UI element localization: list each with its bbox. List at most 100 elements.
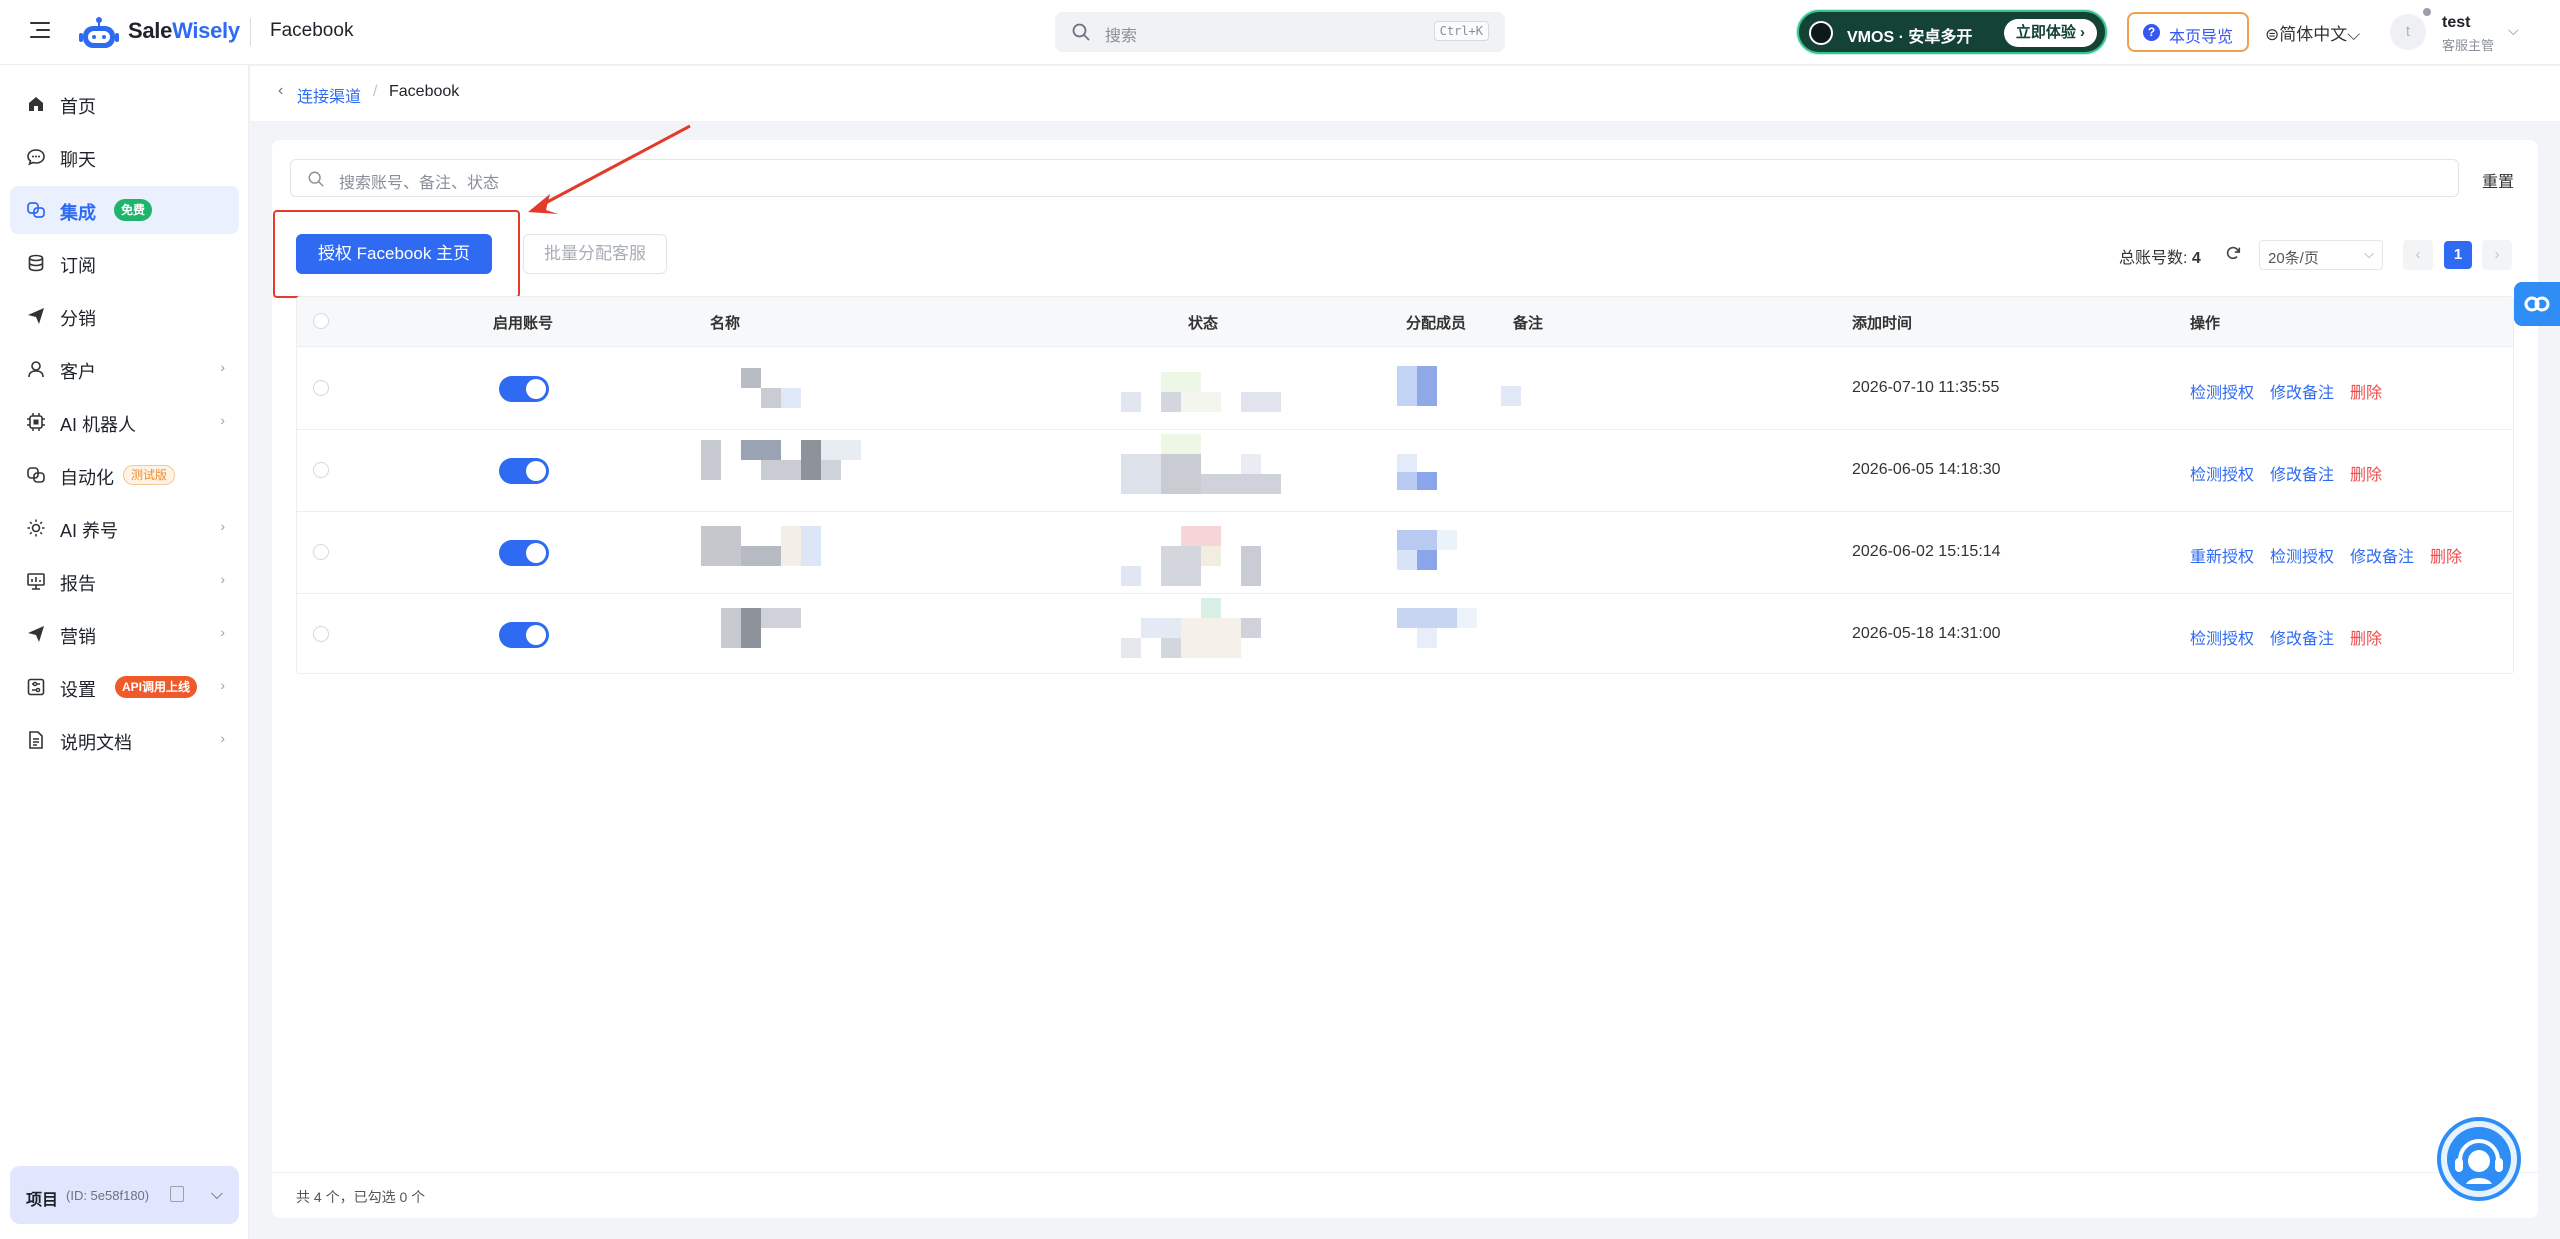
edit-remark-link[interactable]: 修改备注	[2270, 461, 2334, 485]
automation-icon	[27, 467, 45, 483]
annotation-arrow	[528, 124, 691, 214]
row-checkbox[interactable]	[313, 544, 329, 560]
column-header: 操作	[2190, 315, 2221, 332]
sidebar-item-distribution[interactable]: 分销	[10, 292, 239, 340]
avatar[interactable]: t	[2390, 14, 2426, 50]
added-time: 2026-06-02 15:15:14	[1852, 543, 2001, 560]
select-all-checkbox[interactable]	[313, 313, 329, 329]
next-page-button[interactable]: ›	[2482, 240, 2512, 270]
enable-account-toggle[interactable]	[499, 376, 549, 402]
edit-remark-link[interactable]: 修改备注	[2350, 543, 2414, 567]
user-icon	[28, 361, 44, 378]
sidebar-item-settings[interactable]: 设置 API调用上线 ›	[10, 663, 239, 711]
user-menu-chevron-icon[interactable]: ⌵	[2508, 22, 2519, 39]
chevron-left-icon[interactable]: ‹	[278, 82, 283, 100]
sidebar-item-reports[interactable]: 报告 ›	[10, 557, 239, 605]
page-name: Facebook	[270, 20, 354, 41]
database-icon	[28, 254, 44, 272]
sidebar-item-integration[interactable]: 集成 免费	[10, 186, 239, 234]
vmos-promo-banner[interactable]: VMOS · 安卓多开 立即体验 ›	[1797, 10, 2107, 54]
column-header: 分配成员	[1406, 315, 1467, 332]
check-auth-link[interactable]: 检测授权	[2270, 543, 2334, 567]
check-auth-link[interactable]: 检测授权	[2190, 625, 2254, 649]
delete-link[interactable]: 删除	[2350, 379, 2382, 403]
delete-link[interactable]: 删除	[2430, 543, 2462, 567]
chevron-down-icon: ⌵	[2347, 25, 2361, 44]
column-header: 备注	[1513, 315, 1544, 332]
status-dot	[2423, 8, 2431, 16]
salewisely-logo	[79, 17, 119, 48]
status-blurred	[1121, 434, 1281, 494]
global-search[interactable]: 搜索 Ctrl+K	[1055, 12, 1505, 52]
row-checkbox[interactable]	[313, 380, 329, 396]
reset-button[interactable]: 重置	[2482, 168, 2514, 192]
user-name[interactable]: test	[2442, 14, 2470, 32]
sidebar-item-ai-bot[interactable]: AI 机器人 ›	[10, 398, 239, 446]
edit-remark-link[interactable]: 修改备注	[2270, 625, 2334, 649]
chat-icon	[27, 149, 45, 166]
sidebar-item-label: AI 养号	[60, 521, 119, 541]
sidebar-item-chat[interactable]: 聊天	[10, 133, 239, 181]
column-header: 添加时间	[1852, 315, 1913, 332]
row-checkbox[interactable]	[313, 626, 329, 642]
check-auth-link[interactable]: 检测授权	[2190, 379, 2254, 403]
account-name-blurred	[701, 440, 861, 480]
breadcrumb-link[interactable]: 连接渠道	[297, 83, 361, 107]
sidebar-item-label: 设置	[60, 680, 96, 700]
sidebar-item-ai-nurture[interactable]: AI 养号 ›	[10, 504, 239, 552]
reauthorize-link[interactable]: 重新授权	[2190, 543, 2254, 567]
side-float-button[interactable]	[2514, 282, 2560, 326]
added-time: 2026-07-10 11:35:55	[1852, 379, 2000, 396]
total-value: 4	[2191, 250, 2201, 267]
delete-link[interactable]: 删除	[2350, 625, 2382, 649]
enable-account-toggle[interactable]	[499, 540, 549, 566]
sidebar-item-customers[interactable]: 客户 ›	[10, 345, 239, 393]
sidebar-item-label: 自动化	[60, 468, 114, 488]
refresh-icon[interactable]	[2224, 244, 2242, 262]
sidebar-item-marketing[interactable]: 营销 ›	[10, 610, 239, 658]
authorize-facebook-button[interactable]: 授权 Facebook 主页	[296, 234, 492, 274]
status-blurred	[1121, 362, 1281, 412]
language-selector[interactable]: ⊜简体中文⌵	[2265, 20, 2360, 45]
sidebar-item-subscription[interactable]: 订阅	[10, 239, 239, 287]
chevron-down-icon[interactable]: ⌵	[211, 1186, 223, 1204]
enable-account-toggle[interactable]	[499, 458, 549, 484]
enable-account-toggle[interactable]	[499, 622, 549, 648]
account-name-blurred	[701, 526, 821, 566]
current-page[interactable]: 1	[2444, 241, 2472, 269]
vmos-try-button[interactable]: 立即体验 ›	[2003, 19, 2097, 47]
page-size-select[interactable]: 20条/页 ⌵	[2259, 240, 2383, 270]
brand-name: SaleWisely	[128, 18, 240, 43]
menu-toggle-icon[interactable]	[30, 22, 50, 40]
edit-remark-link[interactable]: 修改备注	[2270, 379, 2334, 403]
document-icon	[29, 731, 43, 749]
api-badge: API调用上线	[115, 676, 198, 698]
chevron-right-icon: ›	[220, 359, 225, 375]
prev-page-button[interactable]: ‹	[2403, 240, 2433, 270]
column-header: 名称	[710, 315, 741, 332]
row-checkbox[interactable]	[313, 462, 329, 478]
batch-assign-button[interactable]: 批量分配客服	[523, 234, 667, 274]
breadcrumb-current: Facebook	[389, 83, 460, 100]
accounts-table: 启用账号 名称 状态 分配成员 备注 添加时间 操作 2026-07-10 11…	[296, 296, 2514, 674]
total-accounts: 总账号数: 4	[2119, 244, 2201, 268]
column-header: 启用账号	[493, 315, 554, 332]
copy-icon[interactable]	[170, 1186, 184, 1202]
assigned-members-blurred	[1397, 608, 1477, 648]
sidebar-item-label: 聊天	[60, 150, 96, 170]
delete-link[interactable]: 删除	[2350, 461, 2382, 485]
table-row: 2026-06-05 14:18:30 检测授权 修改备注 删除	[297, 430, 2513, 512]
sidebar-item-automation[interactable]: 自动化 测试版	[10, 451, 239, 499]
status-blurred	[1121, 598, 1281, 658]
global-search-placeholder: 搜索	[1105, 28, 1138, 45]
link-icon	[2524, 296, 2550, 312]
project-switcher[interactable]: 项目 (ID: 5e58f180) ⌵	[10, 1166, 239, 1224]
sidebar-item-docs[interactable]: 说明文档 ›	[10, 716, 239, 764]
status-blurred	[1121, 526, 1261, 586]
page-guide-button[interactable]: ? 本页导览	[2127, 12, 2249, 52]
sidebar-item-label: AI 机器人	[60, 415, 137, 435]
support-agent-icon[interactable]	[2436, 1116, 2522, 1202]
sidebar-item-label: 营销	[60, 627, 96, 647]
sidebar-item-home[interactable]: 首页	[10, 80, 239, 128]
check-auth-link[interactable]: 检测授权	[2190, 461, 2254, 485]
